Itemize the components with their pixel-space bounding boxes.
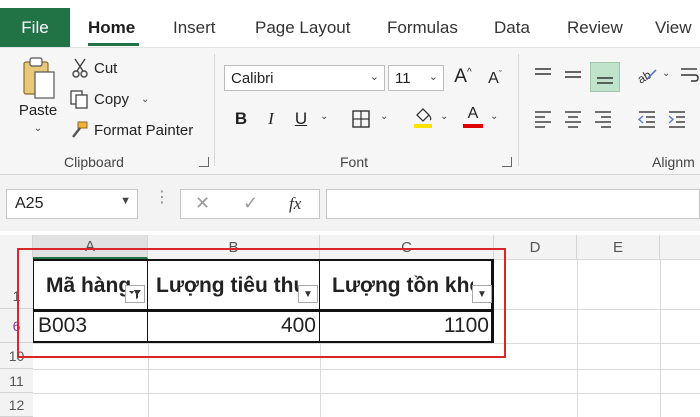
formula-bar: A25 ▼ ⋮ ✕ ✓ fx	[0, 175, 700, 231]
underline-button[interactable]: U	[288, 106, 314, 132]
tab-review[interactable]: Review	[567, 8, 623, 47]
font-color-button[interactable]: A	[460, 104, 486, 130]
paintbrush-icon	[68, 120, 90, 140]
chevron-down-icon: ⌄	[428, 71, 438, 83]
align-left-button[interactable]	[530, 106, 556, 132]
wrap-text-icon	[681, 68, 699, 82]
align-right-icon	[595, 111, 611, 128]
tab-data[interactable]: Data	[494, 8, 530, 47]
alignment-group-label: Alignm	[652, 154, 695, 170]
align-bottom-button[interactable]	[590, 62, 620, 92]
align-top-icon	[535, 68, 551, 75]
tab-formulas[interactable]: Formulas	[387, 8, 458, 47]
align-left-icon	[535, 111, 551, 128]
align-center-button[interactable]	[560, 106, 586, 132]
formula-input[interactable]	[326, 189, 700, 219]
align-center-icon	[565, 111, 581, 128]
fill-color-button[interactable]	[410, 104, 436, 130]
shrink-font-button[interactable]: Aˇ	[482, 66, 508, 92]
align-top-button[interactable]	[530, 62, 556, 88]
grow-font-icon: A	[454, 66, 467, 87]
font-size-select[interactable]: 11 ⌄	[388, 65, 444, 91]
borders-button[interactable]	[348, 106, 374, 132]
group-separator	[518, 54, 519, 166]
italic-button[interactable]: I	[258, 106, 284, 132]
bold-button[interactable]: B	[228, 106, 254, 132]
cut-label: Cut	[94, 59, 118, 77]
gridline	[577, 259, 578, 417]
row-header-12[interactable]: 12	[0, 393, 33, 417]
gridline	[660, 259, 661, 417]
ribbon-tab-bar: File Home Insert Page Layout Formulas Da…	[0, 0, 700, 47]
increase-indent-icon	[668, 111, 685, 128]
clipboard-dialog-launcher-icon[interactable]	[199, 157, 209, 167]
tab-view[interactable]: View	[655, 8, 692, 47]
ribbon: Paste ⌄ Cut Copy ⌄ Format Painter Clipbo…	[0, 47, 700, 175]
paste-button[interactable]: Paste ⌄	[16, 56, 60, 144]
annotation-highlight-box	[17, 248, 506, 358]
name-box[interactable]: A25 ▼	[6, 189, 138, 219]
column-header-e[interactable]: E	[577, 235, 660, 259]
font-family-value: Calibri	[231, 69, 274, 87]
column-header-d[interactable]: D	[494, 235, 577, 259]
font-size-value: 11	[395, 69, 411, 87]
orientation-button[interactable]: ab	[634, 62, 660, 88]
borders-dropdown-icon[interactable]: ⌄	[380, 111, 388, 122]
font-color-dropdown-icon[interactable]: ⌄	[490, 111, 498, 122]
font-dialog-launcher-icon[interactable]	[502, 157, 512, 167]
chevron-down-icon: ⌄	[369, 71, 379, 83]
tab-page-layout[interactable]: Page Layout	[255, 8, 350, 47]
tab-home[interactable]: Home	[88, 8, 135, 47]
copy-icon	[68, 89, 90, 109]
copy-label: Copy	[94, 90, 130, 108]
underline-dropdown-icon[interactable]: ⌄	[320, 111, 328, 122]
column-header-f[interactable]	[660, 235, 700, 259]
cut-button[interactable]: Cut	[70, 58, 117, 78]
orientation-dropdown-icon[interactable]: ⌄	[662, 68, 670, 79]
paste-dropdown-icon[interactable]: ⌄	[34, 123, 42, 134]
decrease-indent-button[interactable]	[634, 106, 660, 132]
fill-color-dropdown-icon[interactable]: ⌄	[440, 111, 448, 122]
scissors-icon	[70, 58, 90, 78]
borders-icon	[351, 109, 371, 129]
increase-indent-button[interactable]	[664, 106, 690, 132]
font-color-icon: A	[467, 105, 479, 122]
gridline	[33, 369, 700, 370]
clipboard-group-label: Clipboard	[64, 154, 124, 170]
format-painter-button[interactable]: Format Painter	[68, 120, 193, 140]
group-separator	[214, 54, 215, 166]
enter-check-icon[interactable]: ✓	[243, 193, 258, 214]
tab-insert[interactable]: Insert	[173, 8, 216, 47]
gridline	[494, 309, 700, 310]
align-middle-button[interactable]	[560, 62, 586, 88]
gridline	[33, 393, 700, 394]
paste-icon	[18, 56, 58, 100]
wrap-text-button[interactable]	[676, 62, 700, 88]
row-header-11[interactable]: 11	[0, 369, 33, 393]
tab-file[interactable]: File	[0, 8, 70, 47]
active-tab-indicator	[88, 43, 139, 46]
copy-dropdown-icon[interactable]: ⌄	[141, 94, 149, 105]
insert-function-icon[interactable]: fx	[289, 194, 301, 214]
text-orientation-icon: ab	[636, 67, 657, 84]
align-middle-icon	[565, 71, 581, 78]
font-group-label: Font	[340, 154, 369, 170]
chevron-down-icon[interactable]: ▼	[120, 195, 131, 207]
splitter-dots-icon[interactable]: ⋮	[154, 190, 170, 206]
format-painter-label: Format Painter	[94, 121, 194, 139]
formula-controls: ✕ ✓ fx	[180, 189, 320, 219]
align-bottom-icon	[597, 77, 613, 84]
decrease-indent-icon	[637, 111, 655, 128]
font-family-select[interactable]: Calibri ⌄	[224, 65, 385, 91]
paint-bucket-icon	[412, 105, 434, 129]
font-color-swatch	[463, 124, 483, 128]
grow-font-button[interactable]: A ^	[450, 64, 476, 90]
worksheet-grid: A B C D E 1 6 10 11 12 Mã hàng Lượng tiê…	[0, 231, 700, 417]
shrink-font-icon: A	[488, 70, 499, 87]
name-box-value: A25	[15, 195, 44, 212]
align-right-button[interactable]	[590, 106, 616, 132]
paste-label: Paste	[18, 102, 58, 119]
copy-button[interactable]: Copy ⌄	[68, 89, 149, 109]
cancel-icon[interactable]: ✕	[195, 193, 210, 214]
